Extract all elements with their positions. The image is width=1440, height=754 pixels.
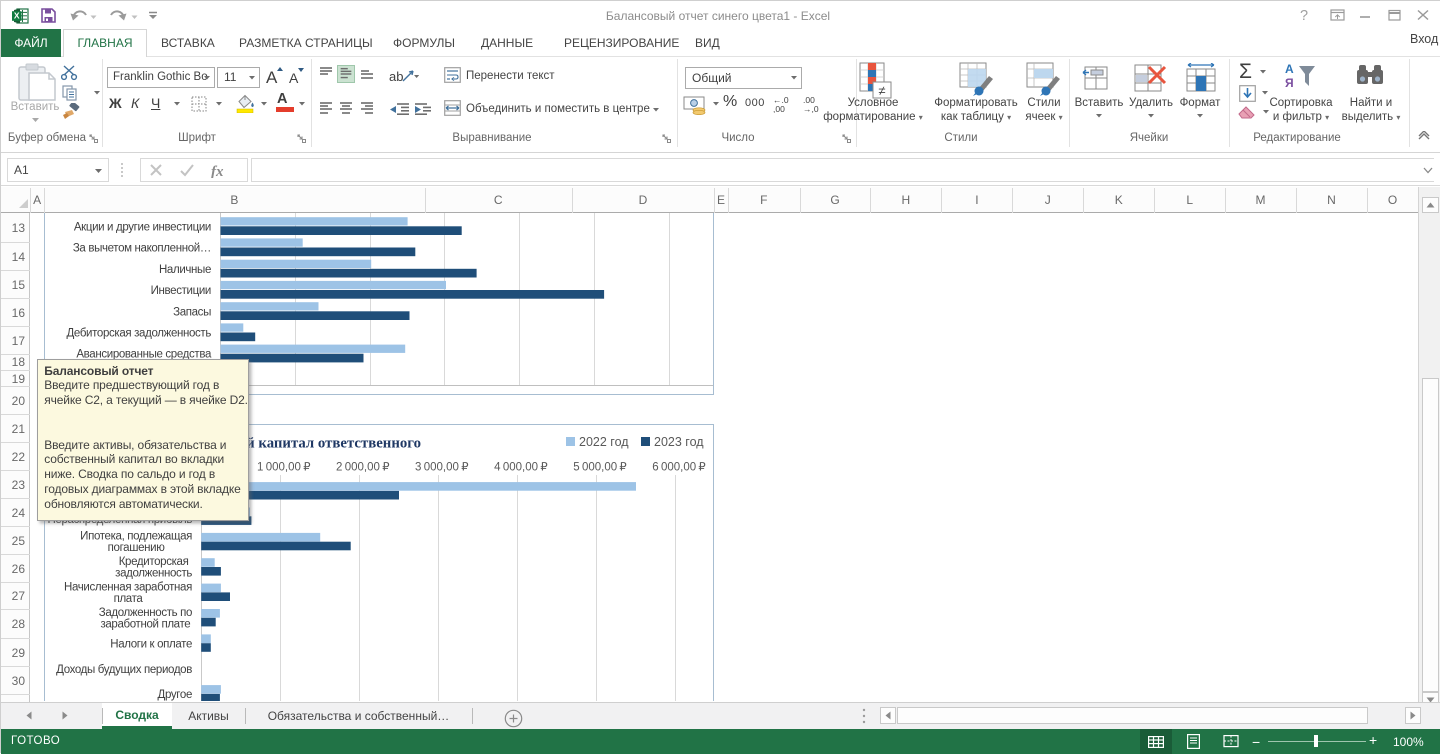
svg-text:Запасы: Запасы xyxy=(173,306,211,318)
svg-text:Я: Я xyxy=(1285,76,1294,90)
svg-text:плата: плата xyxy=(114,593,144,605)
svg-text:Ипотека, подлежащая: Ипотека, подлежащая xyxy=(80,531,192,543)
svg-text:А: А xyxy=(289,70,299,86)
svg-text:4 000,00 ₽: 4 000,00 ₽ xyxy=(494,462,548,474)
svg-text:2022 год: 2022 год xyxy=(579,435,629,449)
svg-text:fx: fx xyxy=(211,164,224,178)
svg-text:А: А xyxy=(1285,62,1294,76)
svg-text:5 000,00 ₽: 5 000,00 ₽ xyxy=(573,462,627,474)
svg-text:Другое: Другое xyxy=(158,689,192,701)
svg-text:Доходы будущих периодов: Доходы будущих периодов xyxy=(56,664,192,676)
svg-text:Дебиторская задолженность: Дебиторская задолженность xyxy=(66,328,211,340)
svg-text:2 000,00 ₽: 2 000,00 ₽ xyxy=(336,462,390,474)
svg-text:6 000,00 ₽: 6 000,00 ₽ xyxy=(652,462,706,474)
svg-text:Налоги к оплате: Налоги к оплате xyxy=(110,638,192,650)
svg-text:заработной плате: заработной плате xyxy=(100,618,190,630)
svg-text:Акции и другие инвестиции: Акции и другие инвестиции xyxy=(74,221,211,233)
svg-text:Кредиторская: Кредиторская xyxy=(119,556,189,568)
svg-text:погашению: погашению xyxy=(108,542,166,554)
svg-text:За вычетом накопленной…: За вычетом накопленной… xyxy=(73,243,211,255)
svg-text:2023 год: 2023 год xyxy=(654,435,704,449)
svg-text:≠: ≠ xyxy=(878,83,885,98)
svg-text:Задолженность по: Задолженность по xyxy=(99,607,192,619)
svg-text:?: ? xyxy=(1300,8,1308,23)
svg-text:ab: ab xyxy=(389,69,403,84)
svg-text:Начисленная заработная: Начисленная заработная xyxy=(64,581,192,593)
svg-text:А: А xyxy=(266,68,278,87)
svg-text:Наличные: Наличные xyxy=(159,264,211,276)
svg-text:задолженность: задолженность xyxy=(115,568,192,580)
svg-text:Инвестиции: Инвестиции xyxy=(151,285,211,297)
svg-text:3 000,00 ₽: 3 000,00 ₽ xyxy=(415,462,469,474)
svg-text:1 000,00 ₽: 1 000,00 ₽ xyxy=(257,462,311,474)
svg-text:,00: ,00 xyxy=(773,104,785,113)
